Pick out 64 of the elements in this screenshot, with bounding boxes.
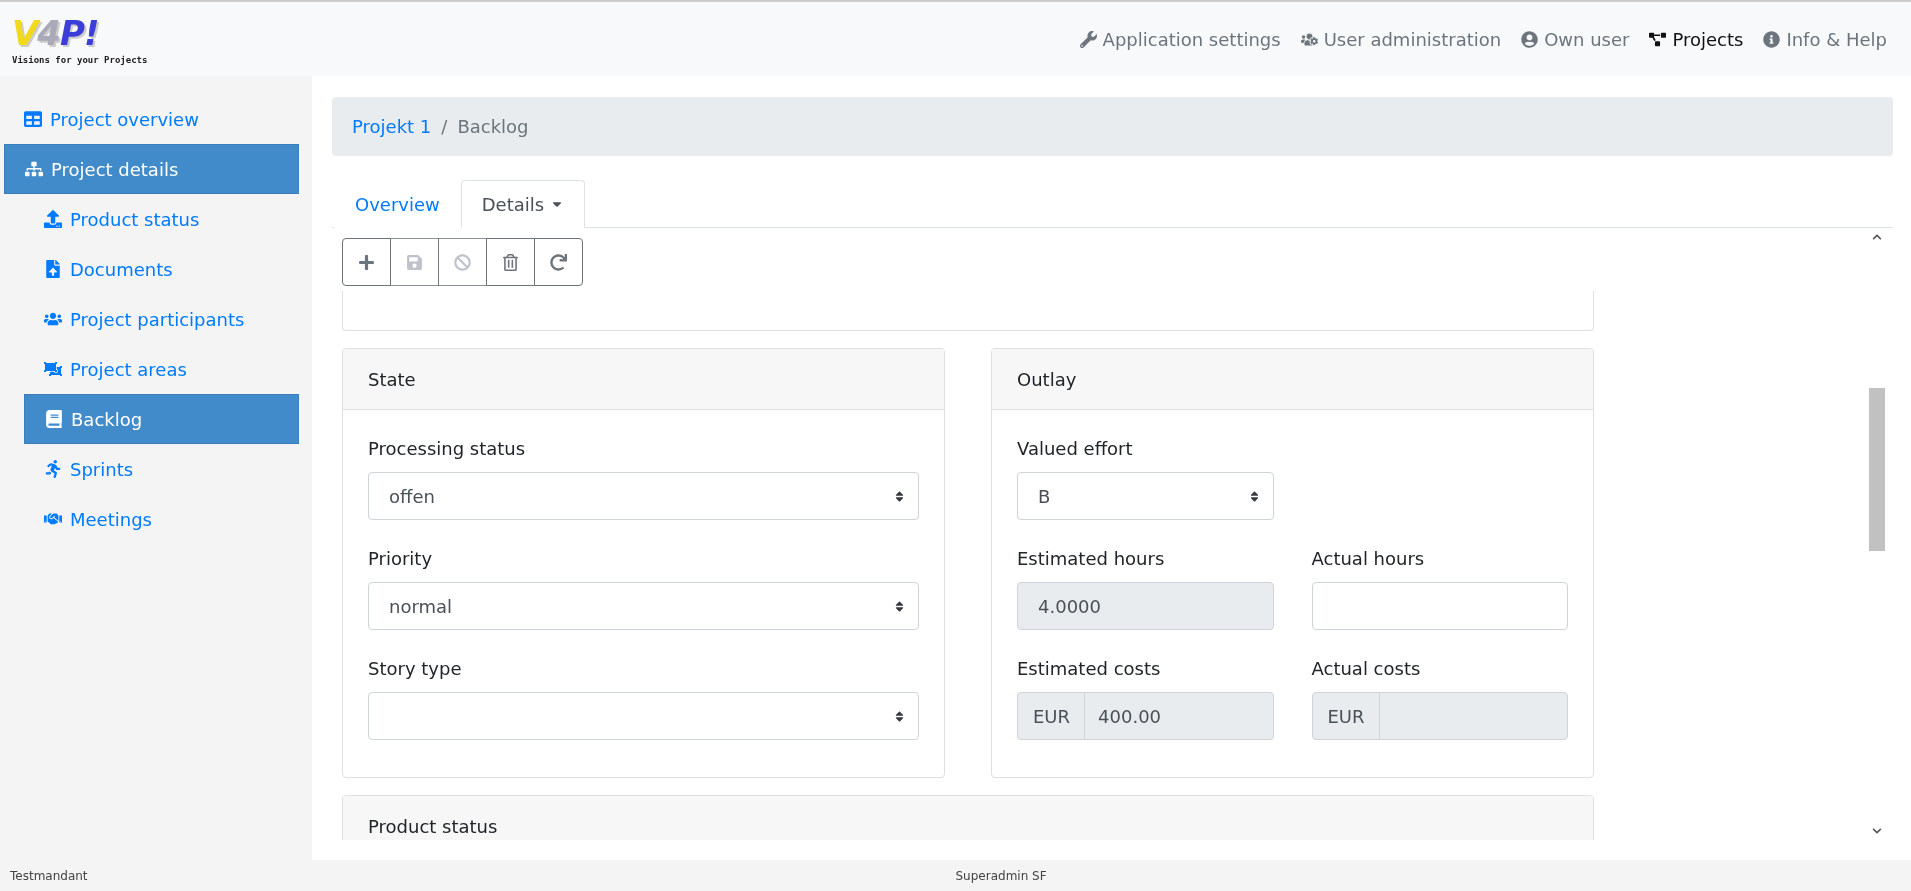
refresh-button[interactable]: [534, 238, 583, 286]
select-field[interactable]: B: [1017, 472, 1274, 520]
breadcrumb-link[interactable]: Backlog: [457, 116, 529, 137]
ban-icon: [454, 253, 471, 271]
nav-icon: [1079, 30, 1097, 48]
sidebar-icon: [25, 160, 43, 178]
field-label: Priority: [368, 548, 434, 569]
sort-icon: [893, 489, 906, 503]
sidebar-icon: [44, 460, 62, 478]
sidebar-item[interactable]: Sprints: [24, 444, 299, 494]
sidebar-icon: [45, 410, 63, 428]
sidebar-icon: [44, 360, 62, 378]
breadcrumb-separator: /: [441, 116, 448, 137]
logo-mark: V4P!: [12, 13, 100, 53]
nav-link[interactable]: Application settings: [1079, 28, 1281, 50]
select-field[interactable]: normal: [368, 582, 919, 630]
field-label: Estimated costs: [1017, 658, 1162, 679]
field-label: Story type: [368, 658, 463, 679]
field-label: Actual hours: [1311, 548, 1426, 569]
save-icon: [406, 253, 423, 271]
scroll-down-icon[interactable]: [1871, 826, 1882, 836]
sidebar-icon: [44, 310, 62, 328]
tenant-label: Testmandant: [10, 868, 89, 883]
select-field[interactable]: [368, 692, 919, 740]
sidebar-item[interactable]: Product status: [24, 194, 299, 244]
scroll-up-icon[interactable]: [1871, 232, 1882, 242]
sidebar-icon: [24, 110, 42, 128]
nav-icon: [1521, 30, 1539, 48]
sidebar-item[interactable]: Documents: [24, 244, 299, 294]
sidebar-item[interactable]: Project participants: [24, 294, 299, 344]
tab[interactable]: Details: [460, 180, 586, 228]
nav-link[interactable]: Projects: [1649, 28, 1744, 50]
sidebar-item[interactable]: Backlog: [24, 394, 299, 444]
sidebar-item[interactable]: Project details: [4, 144, 299, 194]
card-title: State: [343, 349, 944, 410]
sort-icon: [893, 599, 906, 613]
input-field[interactable]: [1311, 582, 1568, 630]
select-field[interactable]: offen: [368, 472, 919, 520]
nav-icon: [1763, 30, 1781, 48]
redo-icon: [550, 253, 567, 271]
sort-icon: [893, 709, 906, 723]
nav-link[interactable]: Info & Help: [1763, 28, 1887, 50]
delete-button[interactable]: [486, 238, 535, 286]
nav-icon: [1649, 30, 1667, 48]
logo-tagline: Visions for your Projects: [12, 55, 148, 65]
scrollbar-thumb[interactable]: [1868, 388, 1885, 551]
field-label: Estimated hours: [1017, 548, 1166, 569]
sidebar-item[interactable]: Project overview: [4, 94, 299, 144]
sidebar-item[interactable]: Project areas: [24, 344, 299, 394]
card-title: Outlay: [992, 349, 1593, 410]
nav-link[interactable]: Own user: [1521, 28, 1630, 50]
user-label: Superadmin SF: [955, 868, 1048, 883]
card-title: Product status: [343, 796, 1593, 840]
add-button[interactable]: [342, 238, 391, 286]
breadcrumb-link[interactable]: Projekt 1: [352, 116, 432, 137]
sidebar-icon: [44, 210, 62, 228]
field-label: Processing status: [368, 438, 527, 459]
sidebar-item[interactable]: Meetings: [24, 494, 299, 544]
trash-icon: [502, 253, 519, 271]
field-label: Actual costs: [1311, 658, 1422, 679]
plus-icon: [358, 253, 375, 271]
field-label: Valued effort: [1017, 438, 1134, 459]
nav-link[interactable]: User administration: [1300, 28, 1502, 50]
sidebar-icon: [44, 260, 62, 278]
